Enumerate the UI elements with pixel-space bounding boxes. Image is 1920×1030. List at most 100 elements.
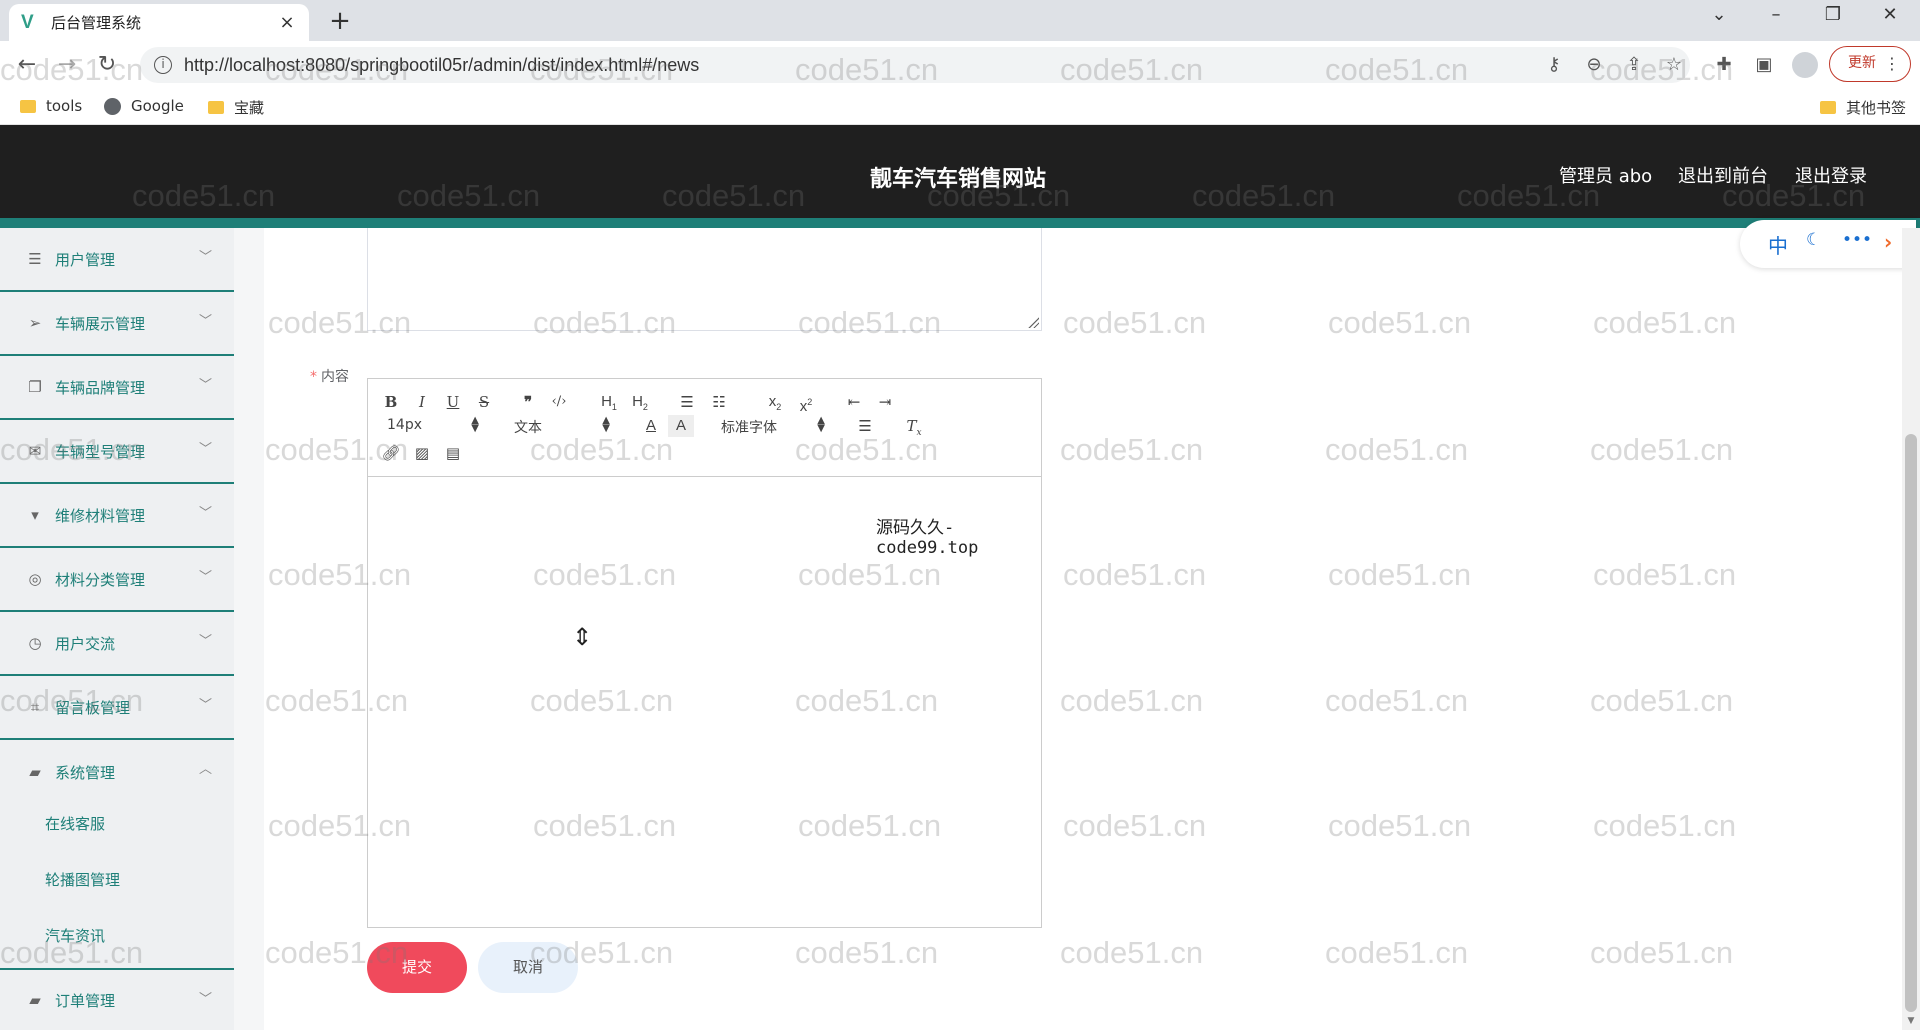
superscript-icon[interactable]: x2 [793, 391, 819, 415]
copy-icon: ❐ [28, 378, 42, 396]
content-field-label: * 内容 [310, 366, 349, 386]
app-header: 靓车汽车销售网站 管理员 abo 退出到前台 退出登录 [0, 125, 1920, 222]
sidebar-item-repair-material[interactable]: ▾ 维修材料管理 ﹀ [0, 484, 234, 548]
watermark-text: code51.cn [1060, 935, 1204, 970]
moon-icon[interactable]: ☾ [1806, 230, 1821, 250]
back-to-front-link[interactable]: 退出到前台 [1678, 162, 1768, 188]
sidebar-item-message-board[interactable]: ⌗ 留言板管理 ﹀ [0, 676, 234, 740]
browser-tab-bar: V 后台管理系统 × + ⌄ – ❐ ✕ [0, 0, 1920, 41]
bookmark-tools[interactable]: tools [20, 97, 82, 115]
language-toggle[interactable]: 中 [1768, 230, 1788, 259]
tab-search-icon[interactable]: ⌄ [1699, 4, 1739, 25]
sidebar-sub-online-service[interactable]: 在线客服 [45, 813, 105, 834]
sidebar-item-material-category[interactable]: ◎ 材料分类管理 ﹀ [0, 548, 234, 612]
image-icon[interactable]: ▨ [409, 442, 435, 464]
header1-icon[interactable]: H1 [596, 391, 622, 413]
bold-icon[interactable]: B [378, 391, 404, 413]
extensions-icon[interactable]: ✚ [1711, 53, 1737, 77]
font-size-select[interactable]: 14px ▲ ▼ [387, 416, 479, 434]
chevron-right-icon[interactable]: › [1884, 230, 1892, 254]
clear-format-icon[interactable]: Tx [901, 415, 927, 438]
resize-handle-icon[interactable] [1027, 316, 1039, 328]
site-info-icon[interactable]: i [154, 56, 172, 74]
header-select[interactable]: 文本 ▲ ▼ [514, 416, 610, 437]
bookmark-google[interactable]: Google [104, 97, 184, 115]
sidebar-item-label: 车辆品牌管理 [55, 378, 146, 397]
share-icon[interactable]: ⇪ [1621, 53, 1647, 77]
url-text[interactable]: http://localhost:8080/springbootil05r/ad… [184, 55, 699, 76]
key-icon[interactable]: ⚷ [1541, 53, 1567, 77]
browser-tab[interactable]: V 后台管理系统 × [9, 4, 309, 41]
bookmarks-bar: tools Google 宝藏 其他书签 [0, 89, 1920, 125]
scrollbar-thumb[interactable] [1905, 434, 1917, 1012]
address-bar[interactable]: i http://localhost:8080/springbootil05r/… [140, 47, 1690, 83]
update-button[interactable]: 更新 ⋮ [1829, 46, 1911, 82]
link-icon[interactable]: 🔗︎ [378, 442, 404, 464]
sidebar-item-vehicle-brand[interactable]: ❐ 车辆品牌管理 ﹀ [0, 356, 234, 420]
watermark-text: code51.cn [1593, 557, 1737, 592]
side-panel-icon[interactable]: ▣ [1751, 53, 1777, 77]
scroll-down-arrow-icon[interactable]: ▼ [1906, 1016, 1916, 1026]
bullet-list-icon[interactable]: ☷ [706, 391, 732, 413]
header-select-value: 文本 [514, 420, 542, 436]
forward-icon[interactable]: → [53, 51, 81, 79]
watermark-text: code51.cn [1328, 557, 1472, 592]
sidebar-item-label: 车辆展示管理 [55, 314, 146, 333]
more-menu-icon[interactable]: ⋮ [1884, 47, 1900, 80]
sidebar-item-label: 订单管理 [55, 991, 116, 1010]
close-tab-icon[interactable]: × [277, 12, 297, 33]
underline-icon[interactable]: U [440, 391, 466, 413]
globe-icon [104, 97, 121, 115]
zoom-icon[interactable]: ⊖ [1581, 53, 1607, 77]
page-scrollbar[interactable]: ▼ [1902, 228, 1920, 1030]
dots-icon[interactable]: ••• [1842, 230, 1872, 250]
reload-icon[interactable]: ↻ [93, 51, 121, 79]
sidebar-item-system[interactable]: ▰ 系统管理 ︿ [0, 740, 234, 804]
subscript-icon[interactable]: x2 [762, 391, 788, 413]
bookmark-label: tools [46, 97, 83, 115]
back-icon[interactable]: ← [13, 51, 41, 79]
watermark-text: code51.cn [1593, 305, 1737, 340]
bookmark-treasure[interactable]: 宝藏 [208, 97, 264, 118]
close-window-icon[interactable]: ✕ [1870, 4, 1910, 25]
sidebar-item-orders[interactable]: ▰ 订单管理 ﹀ [0, 968, 234, 1030]
italic-icon[interactable]: I [409, 391, 435, 413]
watermark-text: code51.cn [1060, 432, 1204, 467]
sidebar-item-users[interactable]: ☰ 用户管理 ﹀ [0, 228, 234, 292]
logout-link[interactable]: 退出登录 [1795, 162, 1867, 188]
font-color-icon[interactable]: A [638, 415, 664, 437]
cancel-button[interactable]: 取消 [478, 942, 578, 993]
sidebar-item-user-exchange[interactable]: ◷ 用户交流 ﹀ [0, 612, 234, 676]
crop-icon: ⌗ [30, 698, 40, 716]
font-family-value: 标准字体 [721, 420, 777, 436]
sidebar-sub-carousel[interactable]: 轮播图管理 [45, 869, 120, 890]
video-icon[interactable]: ▤ [440, 442, 466, 464]
profile-avatar[interactable] [1792, 52, 1818, 78]
summary-textarea[interactable] [367, 228, 1042, 331]
submit-button[interactable]: 提交 [367, 942, 467, 993]
other-bookmarks[interactable]: 其他书签 [1820, 97, 1906, 118]
watermark-text: code51.cn [1590, 683, 1734, 718]
sidebar-item-vehicle-display[interactable]: ➢ 车辆展示管理 ﹀ [0, 292, 234, 356]
restore-icon[interactable]: ❐ [1813, 4, 1853, 25]
new-tab-button[interactable]: + [325, 6, 355, 36]
strikethrough-icon[interactable]: S [471, 391, 497, 413]
align-icon[interactable]: ☰ [852, 415, 878, 437]
editor-content-area[interactable]: 源码久久-code99.top [368, 477, 1041, 927]
font-family-select[interactable]: 标准字体 ▲ ▼ [721, 416, 825, 437]
sidebar-item-label: 维修材料管理 [55, 506, 146, 525]
header2-icon[interactable]: H2 [627, 391, 653, 413]
folder-icon [20, 99, 36, 113]
blockquote-icon[interactable]: ❞ [515, 391, 541, 413]
minimize-icon[interactable]: – [1756, 4, 1796, 25]
ordered-list-icon[interactable]: ☰ [674, 391, 700, 413]
editor-content-text: 源码久久-code99.top [876, 518, 979, 558]
mail-icon: ✉ [28, 442, 42, 460]
outdent-icon[interactable]: ⇤ [841, 391, 867, 413]
star-icon[interactable]: ☆ [1661, 53, 1687, 77]
indent-icon[interactable]: ⇥ [872, 391, 898, 413]
sidebar-item-vehicle-model[interactable]: ✉ 车辆型号管理 ﹀ [0, 420, 234, 484]
sidebar-sub-car-news[interactable]: 汽车资讯 [45, 925, 105, 946]
code-block-icon[interactable]: ‹/› [546, 391, 572, 413]
background-color-icon[interactable]: A [668, 415, 694, 437]
